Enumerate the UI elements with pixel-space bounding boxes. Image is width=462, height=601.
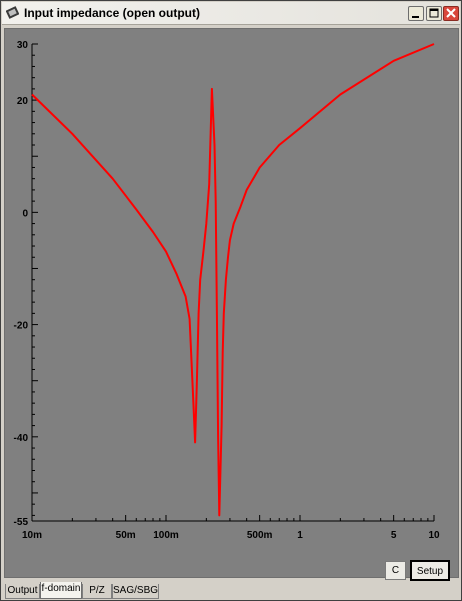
tab-output[interactable]: Output	[5, 584, 40, 599]
tab-f-domain[interactable]: f-domain	[40, 582, 82, 599]
app-icon	[6, 6, 19, 19]
maximize-icon	[429, 8, 439, 18]
window-title: Input impedance (open output)	[24, 6, 200, 20]
tab-bar: Output f-domain P/Z SAG/SBG	[4, 582, 459, 600]
y-tick-label: 30	[17, 40, 29, 51]
y-tick-label: -20	[14, 321, 29, 332]
x-tick-label: 50m	[116, 530, 136, 541]
x-tick-label: 1	[297, 530, 303, 541]
impedance-trace	[31, 43, 435, 517]
minimize-icon	[412, 16, 419, 18]
x-tick-label: 5	[391, 530, 397, 541]
y-tick-label: 0	[22, 208, 28, 219]
title-bar[interactable]: Input impedance (open output)	[2, 2, 460, 25]
minimize-button[interactable]	[408, 6, 424, 21]
maximize-button[interactable]	[426, 6, 442, 21]
close-button[interactable]	[443, 6, 459, 21]
setup-button[interactable]: Setup	[410, 560, 450, 581]
x-tick-label: 100m	[153, 530, 179, 541]
x-tick-label: 10m	[22, 530, 42, 541]
y-tick-label: 20	[17, 96, 29, 107]
x-tick-label: 500m	[247, 530, 273, 541]
window: Input impedance (open output) 30 20 0 -20 -4…	[0, 0, 462, 601]
y-tick-label: -55	[14, 517, 29, 528]
y-tick-label: -40	[14, 433, 29, 444]
c-button[interactable]: C	[385, 561, 406, 580]
tab-sag-sbg[interactable]: SAG/SBG	[112, 584, 159, 599]
impedance-chart: 30 20 0 -20 -40 -55 10m 50m 100m 500m 1 5 10	[5, 29, 458, 577]
plot-area[interactable]: 30 20 0 -20 -40 -55 10m 50m 100m 500m 1 5 10	[4, 28, 459, 578]
x-tick-label: 10	[428, 530, 440, 541]
close-icon	[446, 8, 456, 18]
tab-p-z[interactable]: P/Z	[82, 584, 112, 599]
